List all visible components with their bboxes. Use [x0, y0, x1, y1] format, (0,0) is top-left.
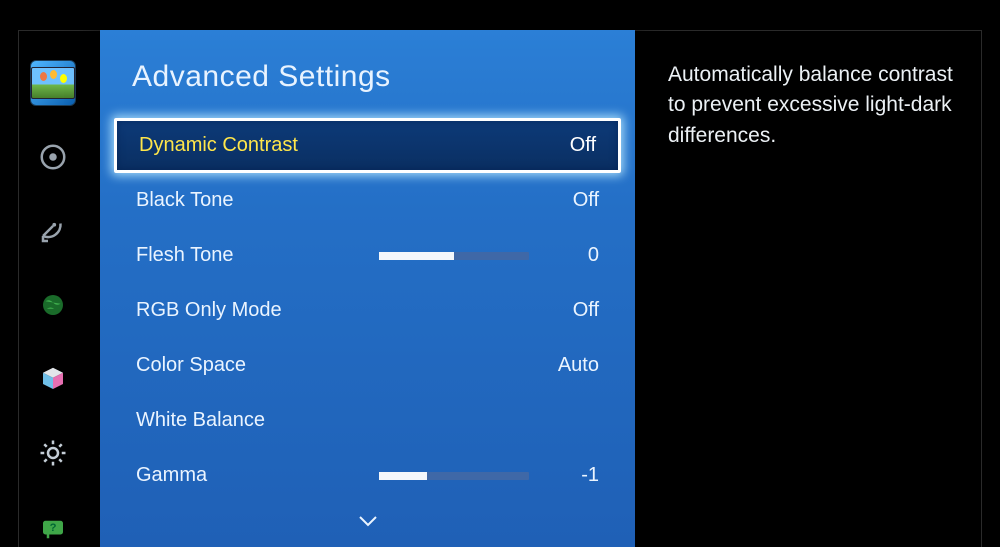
- slider-track[interactable]: [379, 252, 529, 260]
- row-white-balance[interactable]: White Balance: [100, 393, 635, 448]
- row-color-space[interactable]: Color Space Auto: [100, 338, 635, 393]
- row-value: -1: [547, 464, 599, 487]
- row-rgb-only-mode[interactable]: RGB Only Mode Off: [100, 283, 635, 338]
- scroll-down-indicator[interactable]: [100, 503, 635, 535]
- help-description: Automatically balance contrast to preven…: [668, 60, 958, 151]
- gear-icon: [38, 438, 68, 468]
- row-flesh-tone[interactable]: Flesh Tone 0: [100, 228, 635, 283]
- rail-sound[interactable]: [30, 134, 76, 180]
- picture-icon: [31, 67, 75, 99]
- row-black-tone[interactable]: Black Tone Off: [100, 173, 635, 228]
- globe-icon: [38, 290, 68, 320]
- cube-icon: [38, 364, 68, 394]
- slider-track[interactable]: [379, 472, 529, 480]
- settings-list: Dynamic Contrast Off Black Tone Off Fles…: [100, 118, 635, 503]
- row-label: Dynamic Contrast: [139, 134, 298, 157]
- row-label: Gamma: [136, 464, 207, 487]
- rail-smart[interactable]: [30, 282, 76, 328]
- row-value: Off: [547, 299, 599, 322]
- category-rail: ?: [18, 60, 88, 547]
- row-label: Color Space: [136, 354, 246, 377]
- row-label: Flesh Tone: [136, 244, 233, 267]
- chevron-down-icon: [356, 513, 380, 529]
- row-value: Off: [544, 134, 596, 157]
- dish-icon: [38, 216, 68, 246]
- slider-fill: [379, 472, 427, 480]
- slider-fill: [379, 252, 454, 260]
- row-label: RGB Only Mode: [136, 299, 282, 322]
- row-label: White Balance: [136, 409, 265, 432]
- row-gamma[interactable]: Gamma -1: [100, 448, 635, 503]
- panel-title: Advanced Settings: [100, 60, 635, 118]
- row-value: Auto: [547, 354, 599, 377]
- row-value: 0: [547, 244, 599, 267]
- svg-text:?: ?: [50, 522, 57, 534]
- rail-support[interactable]: ?: [30, 504, 76, 547]
- rail-network[interactable]: [30, 208, 76, 254]
- tv-settings-screen: ? Advanced Settings Dynamic Contrast Off…: [0, 0, 1000, 547]
- support-icon: ?: [38, 512, 68, 542]
- rail-picture[interactable]: [30, 60, 76, 106]
- settings-panel: Advanced Settings Dynamic Contrast Off B…: [100, 30, 635, 547]
- speaker-icon: [38, 142, 68, 172]
- rail-system[interactable]: [30, 430, 76, 476]
- row-label: Black Tone: [136, 189, 233, 212]
- rail-cube[interactable]: [30, 356, 76, 402]
- row-dynamic-contrast[interactable]: Dynamic Contrast Off: [114, 118, 621, 173]
- row-value: Off: [547, 189, 599, 212]
